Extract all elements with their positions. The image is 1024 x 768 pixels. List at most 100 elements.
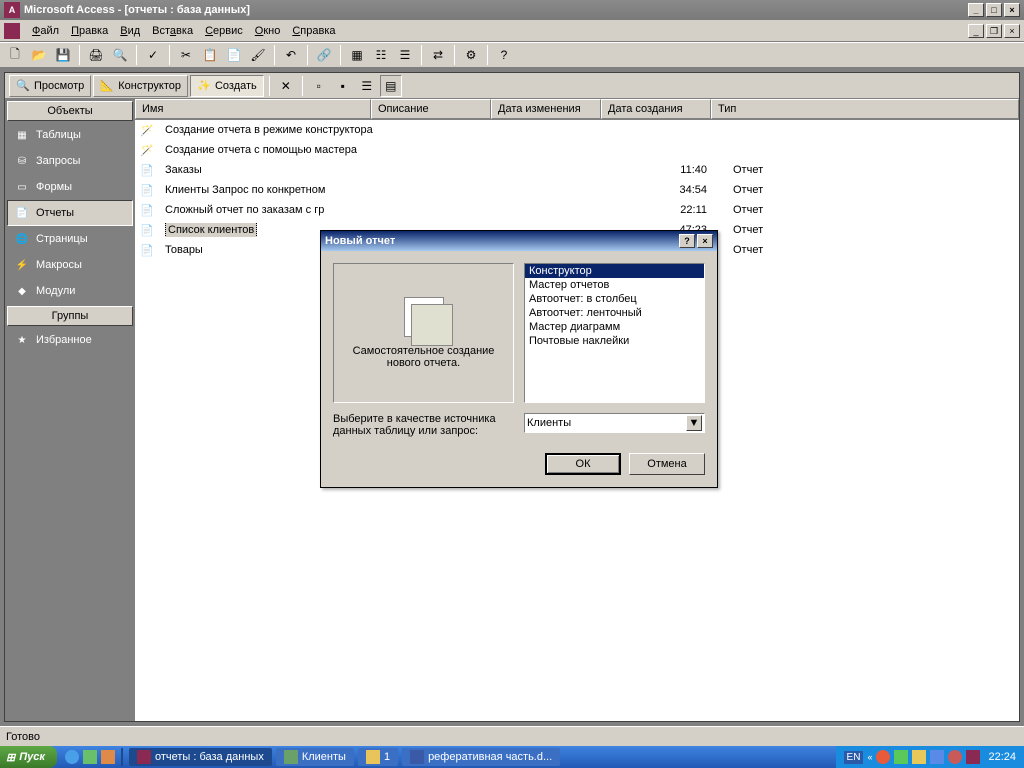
col-created[interactable]: Дата создания bbox=[601, 99, 711, 119]
report-type-item[interactable]: Автоотчет: ленточный bbox=[525, 306, 704, 320]
delete-icon[interactable]: ✕ bbox=[275, 75, 297, 97]
menu-edit[interactable]: Правка bbox=[65, 23, 114, 39]
tray-icon-6[interactable] bbox=[966, 750, 980, 764]
link-icon[interactable]: 🔗 bbox=[313, 44, 335, 66]
report-type-item[interactable]: Мастер диаграмм bbox=[525, 320, 704, 334]
source-combobox[interactable]: Клиенты ▼ bbox=[524, 413, 705, 433]
menu-service[interactable]: Сервис bbox=[199, 23, 249, 39]
ok-button[interactable]: ОК bbox=[545, 453, 621, 475]
new-icon[interactable]: 🗋 bbox=[4, 44, 26, 66]
small-icons-icon[interactable]: ▪ bbox=[332, 75, 354, 97]
tray-icon-5[interactable] bbox=[948, 750, 962, 764]
cancel-button[interactable]: Отмена bbox=[629, 453, 705, 475]
large-icons-icon[interactable]: ▫ bbox=[308, 75, 330, 97]
clock[interactable]: 22:24 bbox=[988, 751, 1016, 763]
dialog-titlebar[interactable]: Новый отчет ? × bbox=[321, 231, 717, 251]
list-row[interactable]: 📄Сложный отчет по заказам с гр22:11Отчет bbox=[135, 200, 1019, 220]
sidebar-objects-header: Объекты bbox=[7, 101, 133, 121]
quicklaunch-desktop-icon[interactable] bbox=[83, 750, 97, 764]
menu-insert[interactable]: Вставка bbox=[146, 23, 199, 39]
word-icon bbox=[410, 750, 424, 764]
close-button[interactable]: × bbox=[1004, 3, 1020, 17]
tray-icon-4[interactable] bbox=[930, 750, 944, 764]
sidebar-item-reports[interactable]: 📄Отчеты bbox=[7, 200, 133, 226]
help-icon[interactable]: ? bbox=[493, 44, 515, 66]
open-icon[interactable]: 📂 bbox=[28, 44, 50, 66]
task-item-clients[interactable]: Клиенты bbox=[276, 748, 354, 766]
cell-desc bbox=[373, 209, 493, 211]
sidebar-item-pages[interactable]: 🌐Страницы bbox=[7, 226, 133, 252]
tray-icon-1[interactable] bbox=[876, 750, 890, 764]
task-item-db[interactable]: отчеты : база данных bbox=[129, 748, 272, 766]
col-desc[interactable]: Описание bbox=[371, 99, 491, 119]
list-row[interactable]: 🪄Создание отчета с помощью мастера bbox=[135, 140, 1019, 160]
quicklaunch-app-icon[interactable] bbox=[101, 750, 115, 764]
tray-icon-3[interactable] bbox=[912, 750, 926, 764]
preview-icon[interactable]: 🔍 bbox=[109, 44, 131, 66]
sidebar-item-modules[interactable]: ◆Модули bbox=[7, 278, 133, 304]
sidebar-item-queries[interactable]: ⛁Запросы bbox=[7, 148, 133, 174]
col-name[interactable]: Имя bbox=[135, 99, 371, 119]
save-icon[interactable]: 💾 bbox=[52, 44, 74, 66]
btn-design[interactable]: 📐Конструктор bbox=[93, 75, 188, 97]
minimize-button[interactable]: _ bbox=[968, 3, 984, 17]
menu-view[interactable]: Вид bbox=[114, 23, 146, 39]
copy-icon[interactable]: 📋 bbox=[199, 44, 221, 66]
mdi-icon bbox=[4, 23, 20, 39]
sidebar-item-macros[interactable]: ⚡Макросы bbox=[7, 252, 133, 278]
cell-created-time: 11:40 bbox=[603, 163, 713, 177]
system-tray: EN « 22:24 bbox=[836, 746, 1024, 768]
cell-type: Отчет bbox=[713, 183, 1019, 197]
list-row[interactable]: 🪄Создание отчета в режиме конструктора bbox=[135, 120, 1019, 140]
tray-icon-2[interactable] bbox=[894, 750, 908, 764]
dialog-help-button[interactable]: ? bbox=[679, 234, 695, 248]
paste-icon[interactable]: 📄 bbox=[223, 44, 245, 66]
cell-type: Отчет bbox=[713, 163, 1019, 177]
spell-icon[interactable]: ✓ bbox=[142, 44, 164, 66]
report-type-item[interactable]: Автоотчет: в столбец bbox=[525, 292, 704, 306]
lang-indicator[interactable]: EN bbox=[844, 751, 864, 764]
list-row[interactable]: 📄Клиенты Запрос по конкретном34:54Отчет bbox=[135, 180, 1019, 200]
analyze-icon[interactable]: ⚙ bbox=[460, 44, 482, 66]
col-type[interactable]: Тип bbox=[711, 99, 1019, 119]
props-icon[interactable]: ☰ bbox=[394, 44, 416, 66]
folder-icon bbox=[366, 750, 380, 764]
code-icon[interactable]: ☷ bbox=[370, 44, 392, 66]
format-icon[interactable]: 🖌 bbox=[247, 44, 269, 66]
report-type-item[interactable]: Мастер отчетов bbox=[525, 278, 704, 292]
cell-type: Отчет bbox=[713, 243, 1019, 257]
list-row[interactable]: 📄Заказы11:40Отчет bbox=[135, 160, 1019, 180]
chevron-down-icon[interactable]: ▼ bbox=[686, 415, 702, 431]
btn-preview[interactable]: 🔍Просмотр bbox=[9, 75, 91, 97]
sidebar-item-forms[interactable]: ▭Формы bbox=[7, 174, 133, 200]
details-icon[interactable]: ▤ bbox=[380, 75, 402, 97]
tray-expand-icon[interactable]: « bbox=[867, 752, 872, 762]
col-modified[interactable]: Дата изменения bbox=[491, 99, 601, 119]
report-type-list[interactable]: КонструкторМастер отчетовАвтоотчет: в ст… bbox=[524, 263, 705, 403]
cell-desc bbox=[373, 169, 493, 171]
report-type-item[interactable]: Конструктор bbox=[525, 264, 704, 278]
start-button[interactable]: ⊞ Пуск bbox=[0, 746, 57, 768]
cut-icon[interactable]: ✂ bbox=[175, 44, 197, 66]
menu-help[interactable]: Справка bbox=[286, 23, 341, 39]
relations-icon[interactable]: ⇄ bbox=[427, 44, 449, 66]
mdi-restore-button[interactable]: ❐ bbox=[986, 24, 1002, 38]
undo-icon[interactable]: ↶ bbox=[280, 44, 302, 66]
dialog-close-button[interactable]: × bbox=[697, 234, 713, 248]
task-item-word[interactable]: реферативная часть.d... bbox=[402, 748, 560, 766]
form-icon[interactable]: ▦ bbox=[346, 44, 368, 66]
print-icon[interactable]: 🖨 bbox=[85, 44, 107, 66]
list-icon[interactable]: ☰ bbox=[356, 75, 378, 97]
report-type-item[interactable]: Почтовые наклейки bbox=[525, 334, 704, 348]
mdi-minimize-button[interactable]: _ bbox=[968, 24, 984, 38]
task-item-folder[interactable]: 1 bbox=[358, 748, 398, 766]
sidebar-item-favorites[interactable]: ★Избранное bbox=[7, 327, 133, 353]
btn-create[interactable]: ✨Создать bbox=[190, 75, 264, 97]
mdi-close-button[interactable]: × bbox=[1004, 24, 1020, 38]
maximize-button[interactable]: □ bbox=[986, 3, 1002, 17]
menu-window[interactable]: Окно bbox=[249, 23, 287, 39]
sidebar-item-tables[interactable]: ▦Таблицы bbox=[7, 122, 133, 148]
preview-icon: 🔍 bbox=[16, 79, 30, 93]
menu-file[interactable]: Файл bbox=[26, 23, 65, 39]
quicklaunch-ie-icon[interactable] bbox=[65, 750, 79, 764]
